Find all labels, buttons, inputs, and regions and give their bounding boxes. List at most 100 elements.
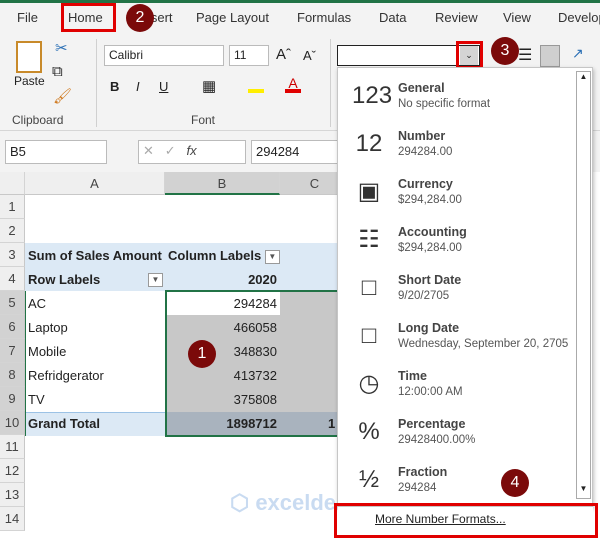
row-label: Refridgerator xyxy=(28,368,104,383)
format-icon: ☷ xyxy=(358,226,380,253)
row-label: AC xyxy=(28,296,47,311)
pivot-value-header: Sum of Sales Amount xyxy=(28,248,162,263)
tab-view[interactable]: View xyxy=(503,10,531,25)
dropdown-scrollbar[interactable]: ▲ ▼ xyxy=(576,71,591,499)
row-header[interactable]: 10 xyxy=(0,411,25,435)
column-header-a[interactable]: A xyxy=(25,172,165,195)
format-option-fraction[interactable]: ½ Fraction 294284 xyxy=(338,456,576,504)
font-label: Font xyxy=(191,113,216,127)
format-option-general[interactable]: 123 General No specific format xyxy=(338,72,576,120)
step-badge-1: 1 xyxy=(188,340,216,368)
format-name: Percentage xyxy=(398,417,466,431)
borders-icon[interactable]: ▦ xyxy=(202,77,216,95)
row-header[interactable]: 5 xyxy=(0,291,25,315)
tab-page-layout[interactable]: Page Layout xyxy=(196,10,269,25)
pivot-year: 2020 xyxy=(248,272,277,287)
format-icon: ½ xyxy=(358,466,379,493)
cut-icon[interactable]: ✂ xyxy=(55,39,68,57)
format-icon: □ xyxy=(361,274,377,301)
row-header[interactable]: 1 xyxy=(0,195,25,219)
orientation-icon[interactable]: ↗ xyxy=(572,45,584,62)
row-header[interactable]: 14 xyxy=(0,507,25,531)
format-name: Time xyxy=(398,369,427,383)
align-bottom-icon[interactable] xyxy=(540,45,560,67)
row-label: TV xyxy=(28,392,45,407)
format-example: 294284 xyxy=(398,482,437,494)
grow-font-button[interactable]: Aˆ xyxy=(276,46,291,63)
copy-icon[interactable]: ⧉ xyxy=(52,63,63,80)
format-option-accounting[interactable]: ☷ Accounting $294,284.00 xyxy=(338,216,576,264)
format-name: Fraction xyxy=(398,465,448,479)
format-example: No specific format xyxy=(398,98,491,110)
column-labels-text: Column Labels xyxy=(168,248,262,263)
format-name: Short Date xyxy=(398,273,462,287)
underline-button[interactable]: U xyxy=(159,79,168,94)
tab-review[interactable]: Review xyxy=(435,10,478,25)
filter-dropdown-icon[interactable]: ▼ xyxy=(264,249,280,264)
tab-file[interactable]: File xyxy=(17,10,38,25)
format-name: Accounting xyxy=(398,225,467,239)
format-name: General xyxy=(398,81,445,95)
row-header[interactable]: 3 xyxy=(0,243,25,267)
row-header[interactable]: 6 xyxy=(0,315,25,339)
row-label: Laptop xyxy=(28,320,68,335)
format-example: 29428400.00% xyxy=(398,434,476,446)
filter-dropdown-icon[interactable]: ▼ xyxy=(148,273,163,287)
row-header[interactable]: 2 xyxy=(0,219,25,243)
tab-data[interactable]: Data xyxy=(379,10,406,25)
format-option-currency[interactable]: ▣ Currency $294,284.00 xyxy=(338,168,576,216)
step-badge-2: 2 xyxy=(126,4,154,32)
row-header[interactable]: 7 xyxy=(0,339,25,363)
row-header[interactable]: 11 xyxy=(0,435,25,459)
enter-icon[interactable]: ✓ xyxy=(165,143,176,158)
row-label: Mobile xyxy=(28,344,67,359)
format-option-number[interactable]: 12 Number 294284.00 xyxy=(338,120,576,168)
font-color-icon[interactable]: A xyxy=(285,75,301,93)
font-size-select[interactable]: 11 xyxy=(229,45,269,66)
tab-formulas[interactable]: Formulas xyxy=(297,10,351,25)
format-icon: ◷ xyxy=(358,370,380,397)
format-icon: 12 xyxy=(355,130,383,157)
format-example: 9/20/2705 xyxy=(398,290,450,302)
format-option-long-date[interactable]: □ Long Date Wednesday, September 20, 2705 xyxy=(338,312,576,360)
row-header[interactable]: 8 xyxy=(0,363,25,387)
step-badge-3: 3 xyxy=(491,37,519,65)
italic-button[interactable]: I xyxy=(136,79,140,94)
format-option-time[interactable]: ◷ Time 12:00:00 AM xyxy=(338,360,576,408)
format-option-percentage[interactable]: % Percentage 29428400.00% xyxy=(338,408,576,456)
format-name: Currency xyxy=(398,177,453,191)
format-icon: ▣ xyxy=(357,178,381,205)
format-example: $294,284.00 xyxy=(398,194,462,206)
paste-icon[interactable] xyxy=(16,41,42,73)
font-name-select[interactable]: Calibri xyxy=(104,45,224,66)
format-option-short-date[interactable]: □ Short Date 9/20/2705 xyxy=(338,264,576,312)
name-box[interactable]: B5 xyxy=(5,140,107,164)
clipboard-label: Clipboard xyxy=(12,113,64,127)
select-all[interactable] xyxy=(0,172,25,195)
column-header-b[interactable]: B xyxy=(165,172,280,195)
row-header[interactable]: 4 xyxy=(0,267,25,291)
bold-button[interactable]: B xyxy=(110,79,119,94)
format-example: 12:00:00 AM xyxy=(398,386,463,398)
format-name: Number xyxy=(398,129,446,143)
tab-developer[interactable]: Develop xyxy=(558,10,600,25)
scroll-down-icon[interactable]: ▼ xyxy=(577,484,590,498)
row-header[interactable]: 12 xyxy=(0,459,25,483)
scroll-up-icon[interactable]: ▲ xyxy=(577,72,590,86)
format-icon: 123 xyxy=(352,82,393,109)
pivot-column-labels[interactable]: Column Labels ▼ xyxy=(165,244,283,268)
format-painter-icon[interactable]: 🖌 xyxy=(53,87,72,105)
row-header[interactable]: 9 xyxy=(0,387,25,411)
fill-color-icon[interactable] xyxy=(248,77,264,93)
cancel-icon[interactable]: ✕ xyxy=(143,143,154,158)
row-labels-text: Row Labels xyxy=(28,272,101,287)
row-header[interactable]: 13 xyxy=(0,483,25,507)
shrink-font-button[interactable]: Aˇ xyxy=(303,48,316,63)
highlight-home xyxy=(61,3,116,32)
align-center-icon[interactable]: ☰ xyxy=(518,45,532,65)
format-icon: % xyxy=(358,418,380,445)
formula-input[interactable]: 294284 xyxy=(251,140,351,164)
paste-button[interactable]: Paste xyxy=(14,74,45,88)
insert-function-button[interactable]: fx xyxy=(187,143,197,158)
pivot-row-labels[interactable]: Row Labels ▼ xyxy=(25,268,165,292)
